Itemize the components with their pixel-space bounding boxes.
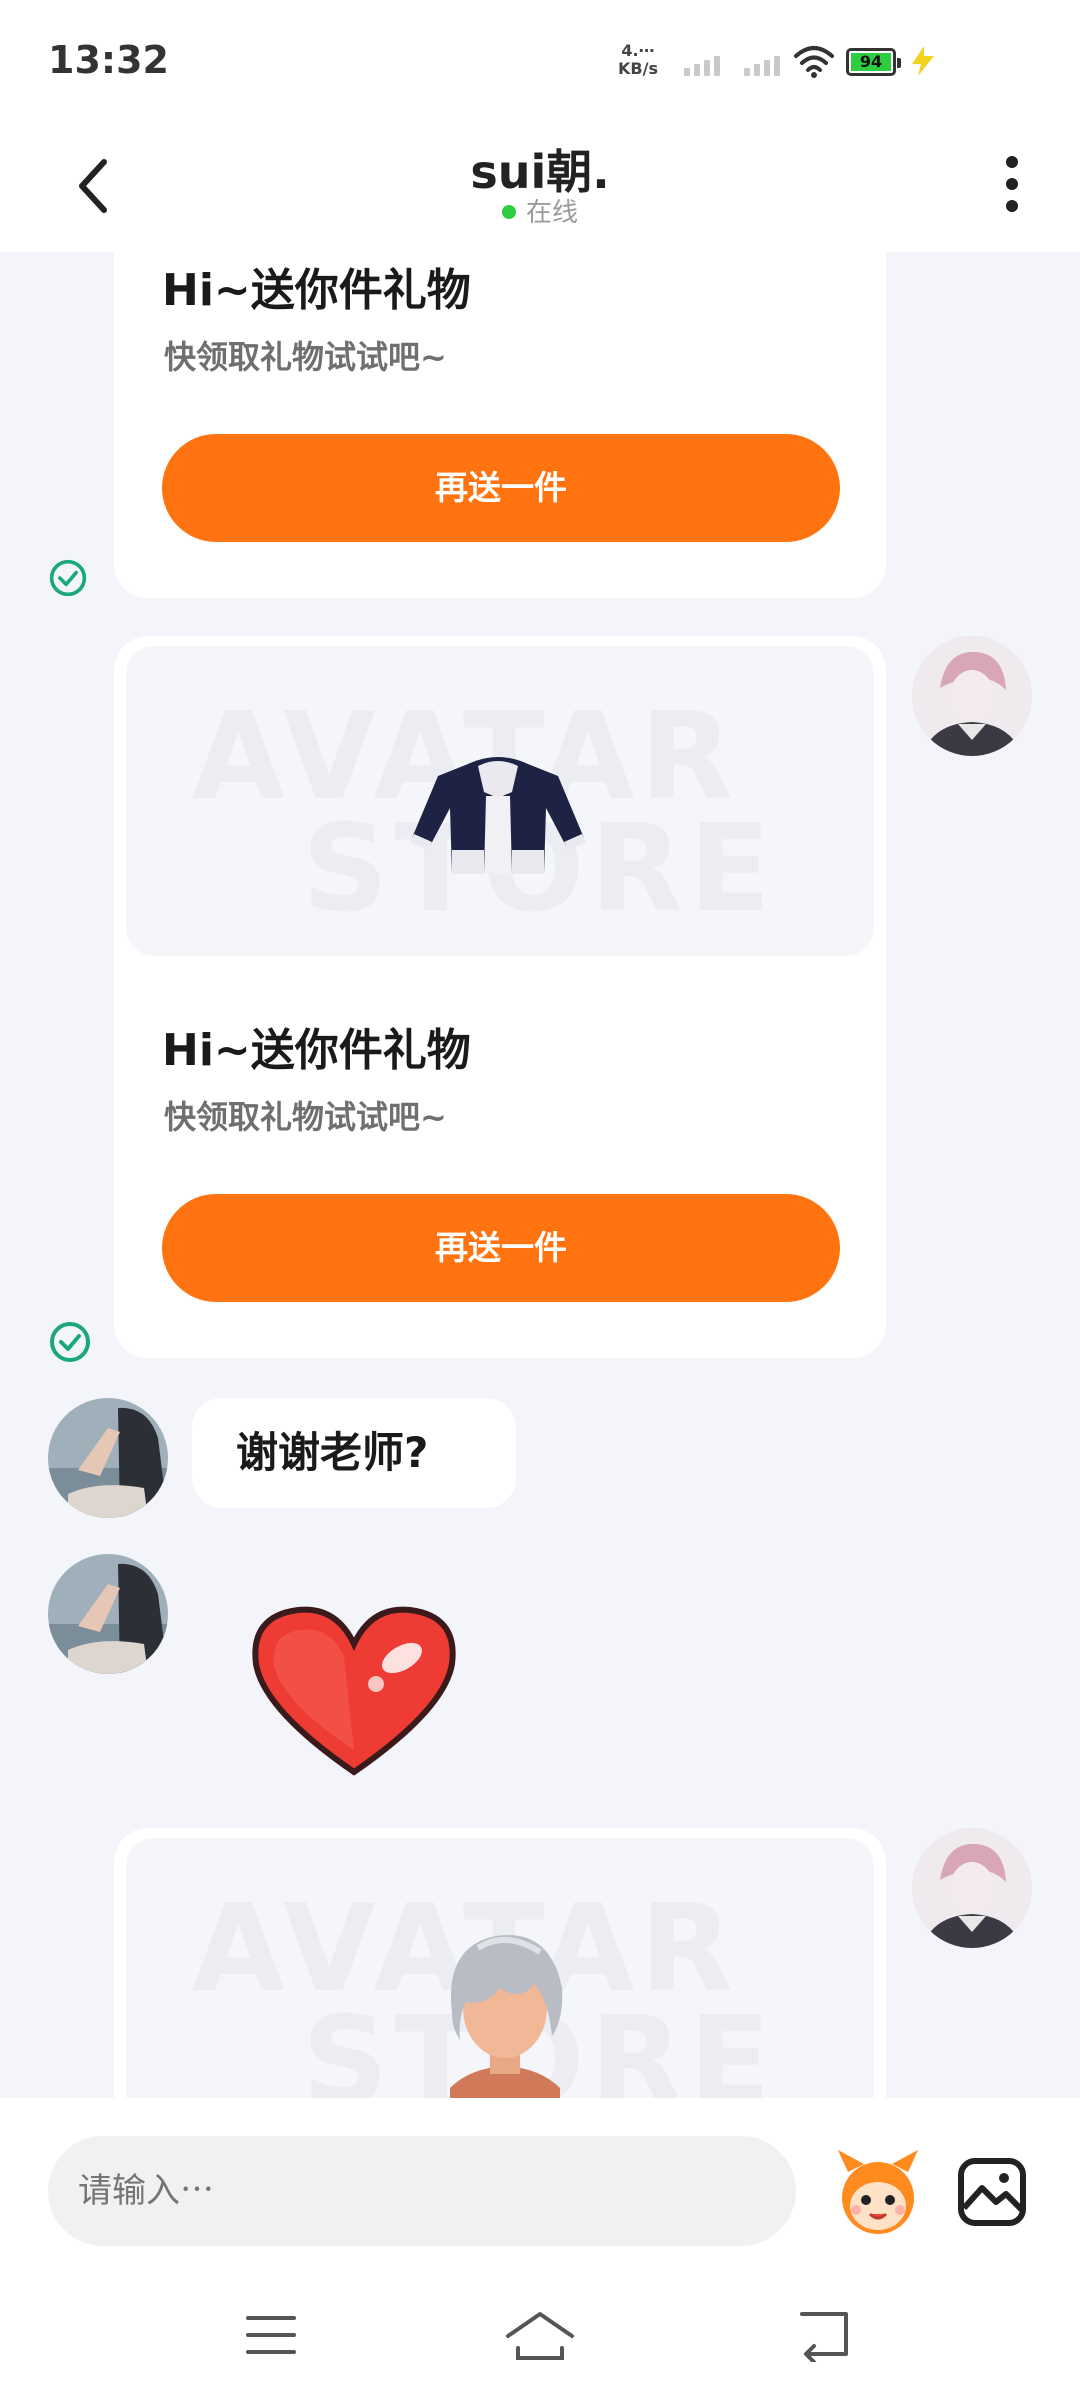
gift-card: AVATAR STORE xyxy=(114,1828,886,2098)
menu-icon[interactable] xyxy=(244,2312,298,2358)
system-nav-bar xyxy=(0,2268,1080,2408)
send-again-button[interactable]: 再送一件 xyxy=(162,1194,840,1302)
heart-sticker[interactable] xyxy=(244,1600,464,1780)
photo-avatar-icon xyxy=(48,1398,168,1518)
chat-area: Hi~送你件礼物 快领取礼物试试吧~ 再送一件 AVATAR STORE xyxy=(0,252,1080,2098)
gift-card-subtitle: 快领取礼物试试吧~ xyxy=(164,1098,447,1136)
status-time: 13:32 xyxy=(48,38,169,82)
gift-card: AVATAR STORE Hi~送你件礼物 快领取礼物试试吧~ 再送一件 xyxy=(114,636,886,1358)
battery-icon: 94 xyxy=(846,48,901,76)
avatar[interactable] xyxy=(912,636,1032,756)
chat-header: sui朝. 在线 xyxy=(0,120,1080,252)
wifi-icon xyxy=(794,46,834,78)
status-bar: 13:32 4.⋯ KB/s 94 xyxy=(0,0,1080,120)
gift-card-title: Hi~送你件礼物 xyxy=(162,1025,471,1076)
charging-icon xyxy=(912,46,934,76)
signal-icon xyxy=(744,54,784,76)
avatar[interactable] xyxy=(48,1398,168,1518)
online-status: 在线 xyxy=(0,192,1080,229)
gift-card-title: Hi~送你件礼物 xyxy=(162,265,471,316)
gift-preview: AVATAR STORE xyxy=(126,1838,874,2098)
anime-avatar-icon xyxy=(912,1828,1032,1948)
home-icon[interactable] xyxy=(504,2308,576,2362)
message-input[interactable] xyxy=(48,2136,796,2246)
anime-avatar-icon xyxy=(912,636,1032,756)
net-speed-unit: KB/s xyxy=(618,59,658,78)
gift-card: Hi~送你件礼物 快领取礼物试试吧~ 再送一件 xyxy=(114,252,886,598)
send-again-button[interactable]: 再送一件 xyxy=(162,434,840,542)
message-bubble[interactable]: 谢谢老师? xyxy=(192,1398,516,1508)
net-speed-value: 4.⋯ xyxy=(621,41,655,60)
gift-preview: AVATAR STORE xyxy=(126,646,874,956)
avatar[interactable] xyxy=(48,1554,168,1674)
online-dot xyxy=(501,204,516,219)
signal-icon xyxy=(684,54,724,76)
read-check-icon xyxy=(49,559,87,597)
gift-card-subtitle: 快领取礼物试试吧~ xyxy=(164,338,447,376)
back-icon[interactable] xyxy=(794,2308,854,2362)
net-speed: 4.⋯ KB/s xyxy=(618,42,658,78)
read-check-icon xyxy=(50,1322,90,1362)
avatar[interactable] xyxy=(912,1828,1032,1948)
online-status-text: 在线 xyxy=(525,198,578,228)
jacket-icon xyxy=(410,757,586,874)
mascot-emoji-icon[interactable] xyxy=(830,2144,926,2240)
image-icon[interactable] xyxy=(956,2156,1028,2228)
vertical-dots-icon[interactable] xyxy=(998,152,1026,216)
hair-avatar-icon xyxy=(450,1935,563,2098)
input-bar xyxy=(0,2098,1080,2268)
battery-level: 94 xyxy=(851,53,891,71)
photo-avatar-icon xyxy=(48,1554,168,1674)
